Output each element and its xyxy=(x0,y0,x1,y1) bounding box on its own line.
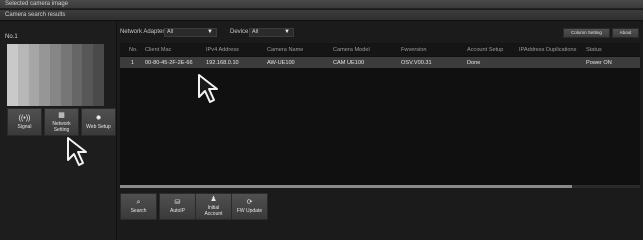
device-value: All xyxy=(252,29,259,35)
col-header-ipv4[interactable]: IPv4 Address xyxy=(206,47,239,53)
device-select[interactable]: All ▼ xyxy=(249,28,294,37)
chevron-down-icon: ▼ xyxy=(284,29,290,35)
autoip-button-label: AutoIP xyxy=(169,208,185,214)
network-adapter-select[interactable]: All ▼ xyxy=(164,28,217,37)
cell-ipv4: 192.168.0.10 xyxy=(206,60,239,66)
col-header-no[interactable]: No. xyxy=(129,47,138,53)
search-button[interactable]: ⌕ Search xyxy=(120,193,157,220)
initial-account-button-label: Initial Account xyxy=(204,205,223,217)
signal-icon: ((•)) xyxy=(18,114,31,122)
thumbnail-bar xyxy=(93,44,105,106)
thumbnail-bar xyxy=(28,44,40,106)
col-header-camera-name[interactable]: Camera Name xyxy=(267,47,303,53)
col-header-client-mac[interactable]: Client Mac xyxy=(145,47,171,53)
network-adapter-label: Network Adapter xyxy=(120,29,165,35)
cell-status: Power ON xyxy=(586,60,612,66)
search-icon: ⌕ xyxy=(136,199,141,206)
about-button[interactable]: About xyxy=(612,28,639,38)
autoip-button[interactable]: ⛁ AutoIP xyxy=(159,193,196,220)
network-setting-button[interactable]: ▦ Network Setting xyxy=(44,108,79,136)
web-setup-button-label: Web Setup xyxy=(86,123,111,130)
section-title: Camera search results xyxy=(5,12,66,18)
web-setup-button[interactable]: ✹ Web Setup xyxy=(81,108,116,136)
cell-camera-name: AW-UE100 xyxy=(267,60,295,66)
camera-thumbnail xyxy=(7,44,105,106)
user-icon: ♟ xyxy=(210,196,217,203)
thumbnail-bar xyxy=(50,44,61,106)
signal-button-label: Signal xyxy=(17,123,32,130)
window-title-bar: Selected camera image xyxy=(0,0,643,9)
col-header-ip-duplications[interactable]: IPAddress Duplications xyxy=(519,47,576,53)
signal-button[interactable]: ((•)) Signal xyxy=(7,108,42,136)
window-title: Selected camera image xyxy=(5,1,69,7)
cell-account-setup: Done xyxy=(467,60,481,66)
network-adapter-value: All xyxy=(167,29,174,35)
cell-fwversion: OSV.V00.31 xyxy=(401,60,432,66)
thumbnail-bar xyxy=(71,44,83,106)
table-row[interactable] xyxy=(120,57,640,68)
device-label: Device xyxy=(230,29,249,35)
thumbnail-bar xyxy=(82,44,94,106)
cell-camera-model: CAM UE100 xyxy=(333,60,365,66)
col-header-camera-model[interactable]: Camera Model xyxy=(333,47,370,53)
autoip-icon: ⛁ xyxy=(174,199,181,206)
cell-no: 1 xyxy=(131,60,135,66)
cell-client-mac: 00-80-45-2F-2E-66 xyxy=(145,60,193,66)
chevron-down-icon: ▼ xyxy=(207,29,213,35)
fw-update-button[interactable]: ⟳ FW Update xyxy=(231,193,268,220)
thumbnail-bar xyxy=(7,44,18,106)
col-header-fwversion[interactable]: Fwversion xyxy=(401,47,427,53)
section-title-bar: Camera search results xyxy=(0,10,643,21)
col-header-status[interactable]: Status xyxy=(586,47,602,53)
thumbnail-bar xyxy=(60,44,72,106)
scrollbar-thumb[interactable] xyxy=(120,185,572,188)
initial-account-button[interactable]: ♟ Initial Account xyxy=(195,193,232,220)
thumbnail-bar xyxy=(39,44,51,106)
column-setting-button[interactable]: Column Setting xyxy=(563,28,610,38)
search-button-label: Search xyxy=(130,208,147,214)
refresh-icon: ⟳ xyxy=(246,199,253,206)
network-setting-button-label: Network Setting xyxy=(52,120,71,133)
camera-number-label: No.1 xyxy=(5,34,18,40)
thumbnail-bar xyxy=(17,44,29,106)
col-header-account-setup[interactable]: Account Setup xyxy=(467,47,503,53)
fw-update-button-label: FW Update xyxy=(236,208,263,214)
gear-icon: ✹ xyxy=(95,114,102,122)
network-icon: ▦ xyxy=(58,111,65,119)
